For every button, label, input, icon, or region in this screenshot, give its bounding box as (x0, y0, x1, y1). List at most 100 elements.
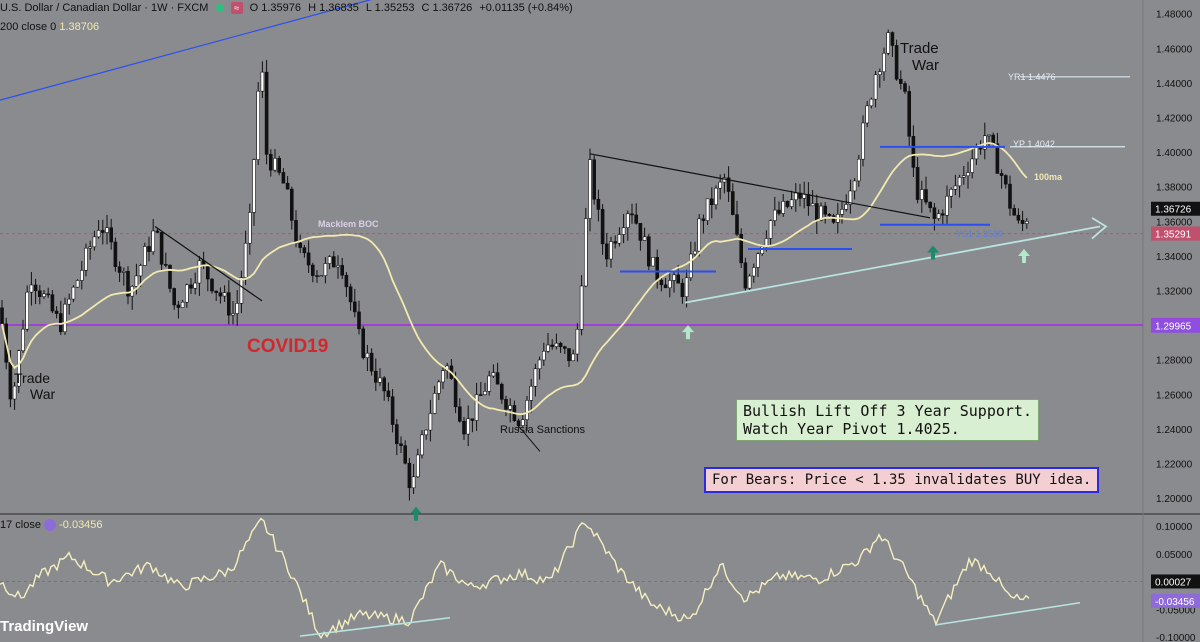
y-tick-label: 1.40000 (1156, 148, 1193, 159)
candle-body (474, 394, 479, 421)
candle-body (428, 413, 433, 431)
ma-legend-label: 200 close 0 (0, 21, 57, 33)
y-tick-label: 1.42000 (1156, 113, 1193, 124)
candle-body (785, 201, 790, 207)
candle-body (243, 242, 248, 278)
candle-body (655, 257, 660, 281)
candle-body (340, 265, 345, 276)
candle-body (352, 301, 357, 313)
candle-body (638, 223, 643, 241)
candle-body (101, 230, 105, 233)
price-tag: 1.35291 (1155, 230, 1192, 241)
candle-body (227, 292, 231, 316)
osc-legend-value: -0.03456 (59, 519, 103, 531)
bullish-note-line-1: Bullish Lift Off 3 Year Support. (743, 402, 1032, 420)
candle-body (991, 134, 996, 145)
candle-body (239, 277, 244, 304)
candle-body (71, 286, 76, 300)
candle-body (1003, 175, 1008, 185)
candle-body (12, 385, 17, 400)
y-tick-label: 1.24000 (1156, 425, 1193, 436)
ohlc-close: C 1.36726 (421, 2, 473, 14)
price-tag: 1.36726 (1155, 205, 1192, 216)
candle-body (478, 394, 483, 396)
osc-divergence-1 (299, 616, 451, 637)
candle-body (260, 71, 265, 92)
candle-body (949, 188, 954, 197)
candle-body (646, 236, 651, 267)
candle-body (546, 344, 550, 352)
candle-body (382, 377, 387, 392)
candle-body (793, 192, 798, 201)
ohlc-change: +0.01135 (+0.84%) (479, 2, 573, 14)
candle-body (399, 443, 403, 446)
candle-body (575, 329, 580, 355)
trade-war-left-line-2: War (30, 386, 55, 402)
candle-body (928, 201, 933, 209)
candle-body (806, 193, 811, 207)
candle-body (54, 310, 59, 314)
candle-body (852, 180, 857, 192)
candle-body (504, 399, 508, 410)
trendline-upper-blue (0, 0, 372, 101)
candle-body (323, 263, 328, 276)
candle-body (844, 204, 849, 210)
candle-body (63, 303, 67, 333)
candle-body (823, 205, 828, 215)
candle-body (609, 241, 613, 260)
ma-legend[interactable]: 200 close 0 1.38706 (0, 21, 99, 33)
ohlc-open: O 1.35976 (249, 2, 302, 14)
candle-body (176, 304, 181, 308)
tradingview-logo[interactable]: TradingView (0, 618, 88, 635)
candle-body (751, 267, 756, 277)
candle-body (470, 418, 475, 421)
candle-body (634, 214, 639, 224)
candle-body (1008, 183, 1012, 209)
osc-legend[interactable]: 17 close -0.03456 (0, 519, 103, 532)
candle-body (0, 307, 4, 325)
candle-body (625, 213, 630, 228)
candle-body (138, 265, 143, 277)
candle-body (206, 265, 210, 280)
candle-body (143, 246, 147, 266)
candle-body (378, 377, 382, 383)
chart-svg[interactable]: 1.48000 1.46000 1.44000 1.42000 1.40000 1.380… (0, 0, 1200, 642)
trade-war-left-line-1: Trade (14, 370, 50, 386)
y-tick-label: 1.38000 (1156, 183, 1193, 194)
candle-body (37, 290, 42, 297)
candle-body (109, 227, 113, 243)
candle-body (789, 199, 794, 207)
candle-body (714, 187, 718, 206)
candle-body (814, 203, 819, 221)
y-tick-label: 1.32000 (1156, 287, 1193, 298)
candle-body (168, 264, 172, 289)
candle-body (264, 71, 269, 155)
bears-note-box: For Bears: Price < 1.35 invalidates BUY … (704, 467, 1100, 493)
candle-body (583, 218, 588, 287)
candle-body (348, 286, 353, 303)
candle-body (651, 257, 655, 267)
candle-body (164, 264, 168, 266)
candle-body (424, 429, 429, 436)
trade-war-right-line-2: War (912, 57, 939, 74)
candle-body (197, 260, 202, 284)
candle-body (58, 313, 63, 333)
candle-body (705, 198, 710, 221)
candle-body (1016, 214, 1021, 221)
up-arrow-2022 (682, 325, 694, 340)
candle-body (147, 246, 151, 252)
candle-body (924, 189, 928, 203)
support-trend-3yr (684, 225, 1101, 304)
candle-body (373, 370, 378, 383)
candle-body (579, 285, 584, 330)
candle-body (21, 328, 25, 351)
candle-body (411, 476, 416, 489)
candle-body (621, 227, 626, 235)
candle-body (1025, 221, 1029, 224)
candle-body (697, 218, 702, 252)
candle-body (861, 122, 865, 160)
candle-body (436, 381, 441, 394)
osc-tag: 0.00027 (1155, 577, 1192, 588)
candle-body (403, 445, 408, 464)
candle-body (92, 236, 97, 248)
